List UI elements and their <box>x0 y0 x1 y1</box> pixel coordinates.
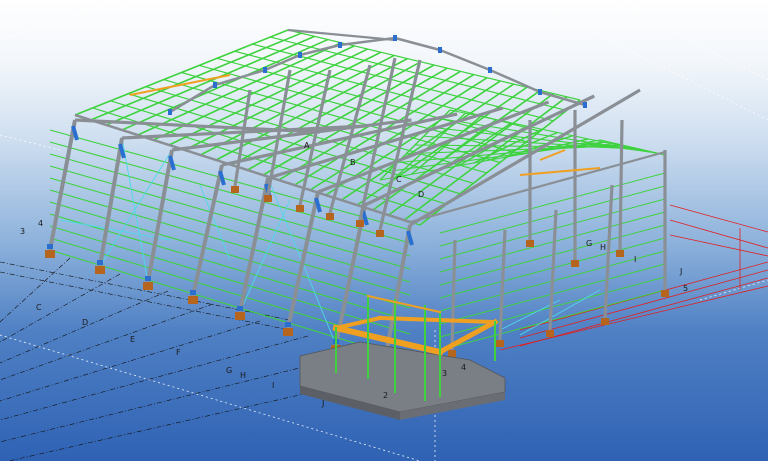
column-footing[interactable] <box>45 250 55 258</box>
3d-model-viewport[interactable]: 34CDEFGHIJGHIJ5234ABCD <box>0 0 768 461</box>
steel-column[interactable] <box>233 89 252 187</box>
column-footing[interactable] <box>188 296 198 304</box>
base-plate[interactable] <box>97 260 103 265</box>
grid-label-front: J <box>321 399 324 408</box>
column-footing[interactable] <box>546 330 554 337</box>
column-footing[interactable] <box>661 290 669 297</box>
column-footing[interactable] <box>526 240 534 247</box>
dimension-lines <box>499 204 768 351</box>
steel-column[interactable] <box>548 209 558 331</box>
rafter[interactable] <box>317 100 550 194</box>
grid-label-left: 3 <box>20 227 25 236</box>
grid-label-axis: 4 <box>461 363 466 372</box>
base-plate[interactable] <box>190 290 196 295</box>
grid-label-front: G <box>226 366 232 375</box>
column-footing[interactable] <box>376 230 384 237</box>
ground-grid-line <box>0 261 291 321</box>
ridge-connection[interactable] <box>583 102 587 108</box>
grid-label-left: 4 <box>38 219 43 228</box>
column-footing[interactable] <box>283 328 293 336</box>
column-footing[interactable] <box>326 213 334 220</box>
steel-column[interactable] <box>238 177 270 313</box>
steel-column[interactable] <box>48 119 77 251</box>
column-footing[interactable] <box>95 266 105 274</box>
column-footing[interactable] <box>601 318 609 325</box>
roof-purlin-long[interactable] <box>181 71 501 164</box>
steel-column[interactable] <box>286 191 320 329</box>
mezzanine-slab[interactable] <box>299 341 506 420</box>
grid-label-right: 5 <box>683 284 688 293</box>
wall-girt[interactable] <box>439 185 666 247</box>
ground-grid-line <box>0 335 309 421</box>
grid-label-front: H <box>240 371 246 380</box>
grid-label-axis: 3 <box>442 369 447 378</box>
column-footing[interactable] <box>571 260 579 267</box>
haunch-connection[interactable] <box>314 197 322 213</box>
base-plate[interactable] <box>237 306 243 311</box>
column-footing[interactable] <box>356 220 364 227</box>
column-footing[interactable] <box>296 205 304 212</box>
column-footing[interactable] <box>264 195 272 202</box>
roof-purlin-long[interactable] <box>128 93 461 195</box>
grid-label-roof: C <box>396 175 402 184</box>
ridge-beam[interactable] <box>489 68 541 94</box>
bracing[interactable] <box>121 137 149 283</box>
ridge-connection[interactable] <box>393 35 397 41</box>
column-footing[interactable] <box>616 250 624 257</box>
ridge-connection[interactable] <box>538 89 542 95</box>
grid-label-right: I <box>634 255 636 264</box>
grid-label-front: E <box>130 335 135 344</box>
ridge-connection[interactable] <box>338 42 342 48</box>
grid-label-roof: D <box>418 190 424 199</box>
ridge-beam[interactable] <box>264 53 301 72</box>
grid-label-roof: A <box>304 141 310 150</box>
ground-grid-line <box>0 290 169 364</box>
steel-structure[interactable] <box>45 28 669 368</box>
base-plate[interactable] <box>285 322 291 327</box>
structure-canvas[interactable]: 34CDEFGHIJG HIJ5234ABCD <box>0 0 768 461</box>
wall-girt[interactable] <box>49 129 411 231</box>
column-footing[interactable] <box>231 186 239 193</box>
base-plate[interactable] <box>145 276 151 281</box>
ridge-connection[interactable] <box>438 47 442 53</box>
column-footing[interactable] <box>448 350 456 357</box>
ridge-beam[interactable] <box>439 48 491 72</box>
grid-label-front: D <box>82 318 88 327</box>
haunch-connection[interactable] <box>71 125 79 141</box>
column-footing[interactable] <box>143 282 153 290</box>
column-footing[interactable] <box>235 312 245 320</box>
ridge-connection[interactable] <box>168 109 172 115</box>
ridge-connection[interactable] <box>263 67 267 73</box>
grid-label-right: G <box>586 239 592 248</box>
column-footing[interactable] <box>496 340 504 347</box>
grid-label-right: H <box>600 243 606 252</box>
grid-label-roof: B <box>350 158 356 167</box>
grid-label-front: I <box>272 381 274 390</box>
ridge-connection[interactable] <box>298 52 302 58</box>
ridge-connection[interactable] <box>488 67 492 73</box>
grid-label-front: C <box>36 303 42 312</box>
grid-label-axis: 2 <box>383 391 388 400</box>
steel-column[interactable] <box>603 184 614 319</box>
base-plate[interactable] <box>47 244 53 249</box>
ground-grid-line <box>0 320 261 402</box>
grid-label-right: J <box>679 267 682 276</box>
ground-grid-line <box>0 303 214 381</box>
ridge-connection[interactable] <box>213 82 217 88</box>
ground-grid-line <box>0 257 71 323</box>
haunch-connection[interactable] <box>218 170 226 186</box>
ridge-beam[interactable] <box>394 36 441 52</box>
crane-beam[interactable] <box>539 149 566 161</box>
steel-column[interactable] <box>498 229 507 341</box>
bracing[interactable] <box>59 219 171 241</box>
eave-beam[interactable] <box>287 28 396 42</box>
steel-column[interactable] <box>618 119 624 251</box>
grid-label-front: F <box>176 348 181 357</box>
